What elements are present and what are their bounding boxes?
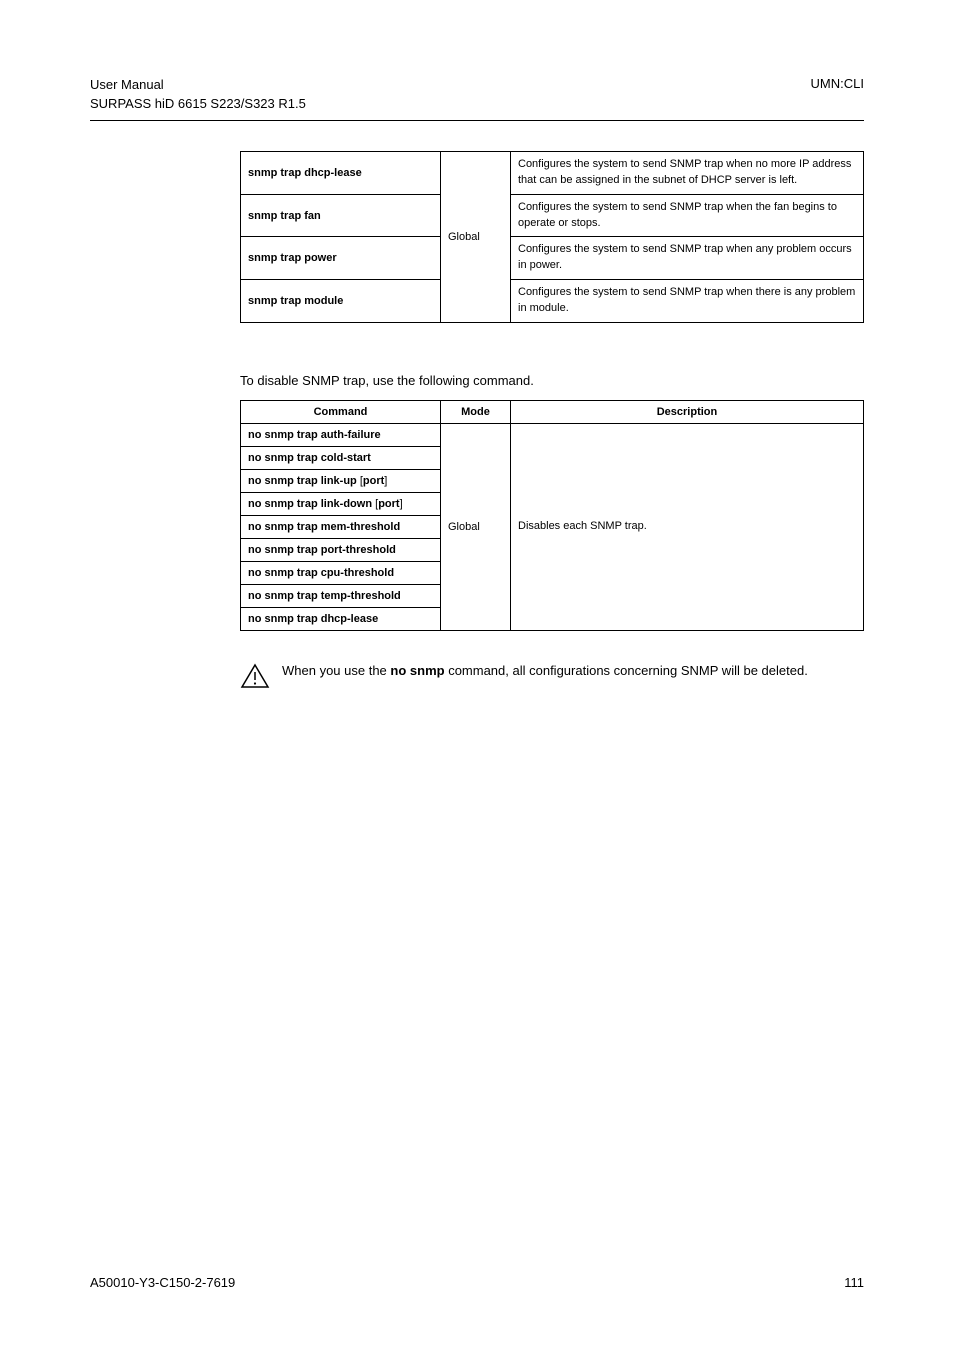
table-row: snmp trap power Configures the system to… [241,237,864,280]
header-right: UMN:CLI [811,76,864,91]
cmd-cell: no snmp trap cpu-threshold [241,562,441,585]
mode-cell: Global [441,424,511,631]
header-command: Command [241,401,441,424]
desc-cell: Configures the system to send SNMP trap … [511,194,864,237]
snmp-trap-enable-table: snmp trap dhcp-lease Global Configures t… [240,151,864,324]
table-row: no snmp trap auth-failure Global Disable… [241,424,864,447]
intro-text: To disable SNMP trap, use the following … [240,373,864,388]
cmd-cell: no snmp trap port-threshold [241,539,441,562]
cmd-cell: no snmp trap link-down [port] [241,493,441,516]
desc-cell: Configures the system to send SNMP trap … [511,151,864,194]
info-note: When you use the no snmp command, all co… [240,661,864,692]
header-left: User Manual SURPASS hiD 6615 S223/S323 R… [90,76,306,114]
cmd-cell: no snmp trap temp-threshold [241,585,441,608]
cmd-cell: snmp trap module [241,280,441,323]
cmd-cell: no snmp trap dhcp-lease [241,608,441,631]
table-header-row: Command Mode Description [241,401,864,424]
content-area: snmp trap dhcp-lease Global Configures t… [240,151,864,693]
table-row: snmp trap dhcp-lease Global Configures t… [241,151,864,194]
page-header: User Manual SURPASS hiD 6615 S223/S323 R… [90,76,864,114]
cmd-cell: no snmp trap auth-failure [241,424,441,447]
footer-page-number: 111 [844,1275,864,1290]
desc-cell: Configures the system to send SNMP trap … [511,280,864,323]
cmd-cell: snmp trap power [241,237,441,280]
info-suffix: command, all configurations concerning S… [445,663,808,678]
cmd-cell: no snmp trap mem-threshold [241,516,441,539]
cmd-cell: snmp trap fan [241,194,441,237]
table-row: snmp trap fan Configures the system to s… [241,194,864,237]
footer-doc-id: A50010-Y3-C150-2-7619 [90,1275,235,1290]
desc-cell: Configures the system to send SNMP trap … [511,237,864,280]
header-divider [90,120,864,121]
header-description: Description [511,401,864,424]
cmd-cell: no snmp trap cold-start [241,447,441,470]
cmd-cell: snmp trap dhcp-lease [241,151,441,194]
desc-cell: Disables each SNMP trap. [511,424,864,631]
info-text: When you use the no snmp command, all co… [282,661,808,681]
manual-title: User Manual [90,76,306,95]
snmp-trap-disable-table: Command Mode Description no snmp trap au… [240,400,864,631]
mode-cell: Global [441,151,511,323]
caution-icon [240,663,270,692]
device-model: SURPASS hiD 6615 S223/S323 R1.5 [90,95,306,114]
header-mode: Mode [441,401,511,424]
cmd-cell: no snmp trap link-up [port] [241,470,441,493]
page-footer: A50010-Y3-C150-2-7619 111 [90,1275,864,1290]
info-prefix: When you use the [282,663,390,678]
info-cmd: no snmp [390,663,444,678]
table-row: snmp trap module Configures the system t… [241,280,864,323]
